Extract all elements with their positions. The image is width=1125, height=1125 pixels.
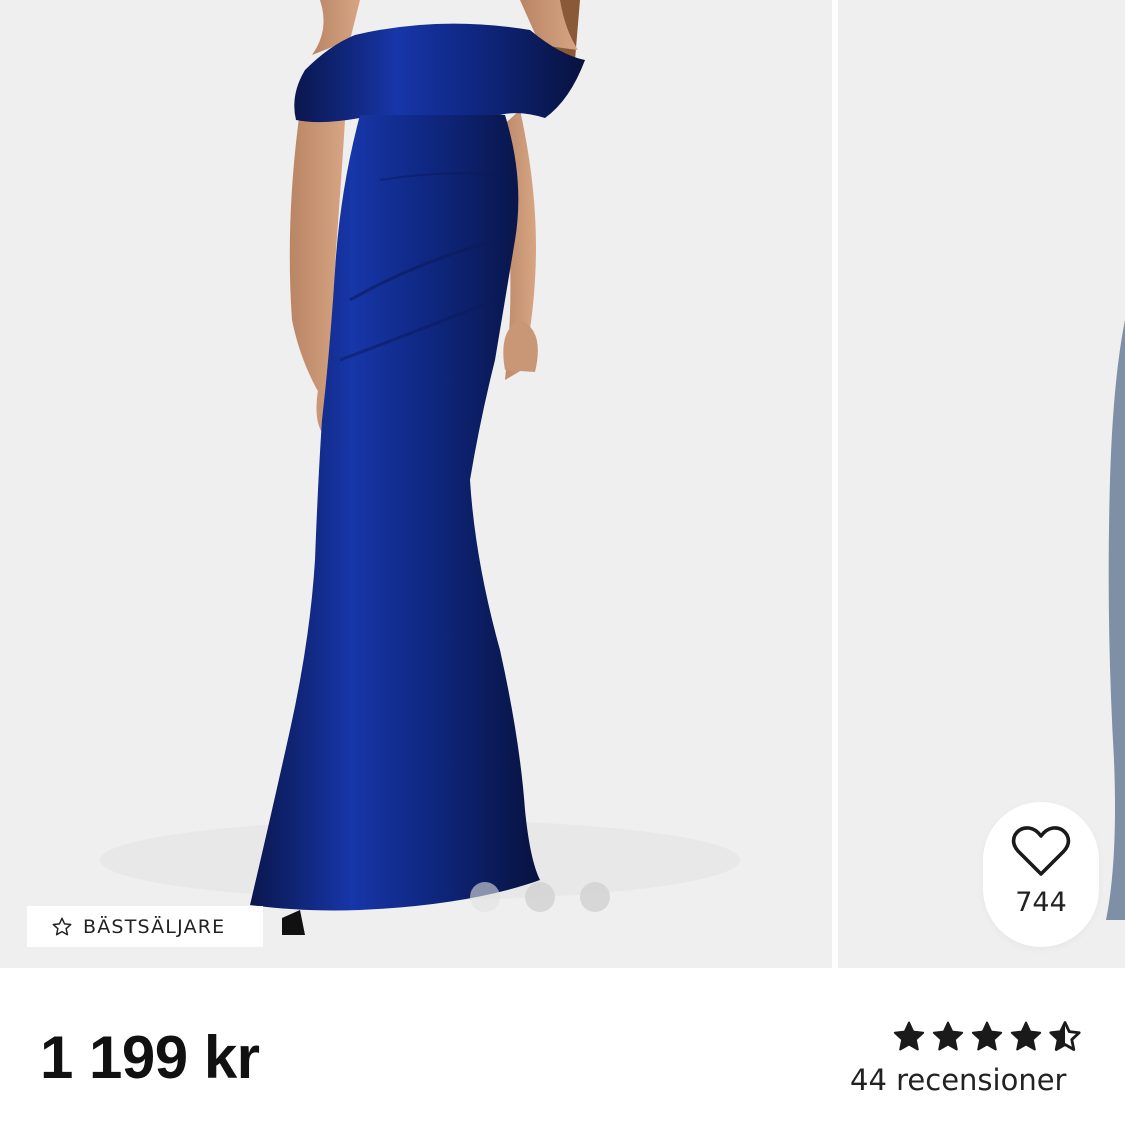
bestseller-badge: BÄSTSÄLJARE <box>27 906 263 947</box>
gallery-dot[interactable] <box>470 882 500 912</box>
gallery-dot[interactable] <box>525 882 555 912</box>
product-image-gallery[interactable]: BÄSTSÄLJARE 744 <box>0 0 1125 968</box>
star-icon <box>932 1021 964 1051</box>
gallery-dot[interactable] <box>580 882 610 912</box>
product-price: 1 199 kr <box>40 1024 260 1091</box>
star-rating[interactable] <box>892 1020 1082 1054</box>
wishlist-count: 744 <box>1015 887 1067 918</box>
star-icon <box>893 1021 925 1051</box>
product-photo-dress <box>0 0 832 968</box>
review-count-link[interactable]: 44 recensioner <box>850 1063 1066 1097</box>
star-half-icon <box>1049 1021 1081 1051</box>
gallery-pagination[interactable] <box>470 882 610 912</box>
product-image-main[interactable]: BÄSTSÄLJARE <box>0 0 832 968</box>
star-outline-icon <box>52 917 72 935</box>
star-icon <box>971 1021 1003 1051</box>
wishlist-button[interactable]: 744 <box>983 802 1099 947</box>
heart-outline-icon <box>1011 826 1071 876</box>
star-icon <box>1010 1021 1042 1051</box>
badge-label: BÄSTSÄLJARE <box>83 915 226 938</box>
product-image-next[interactable]: 744 <box>838 0 1125 968</box>
